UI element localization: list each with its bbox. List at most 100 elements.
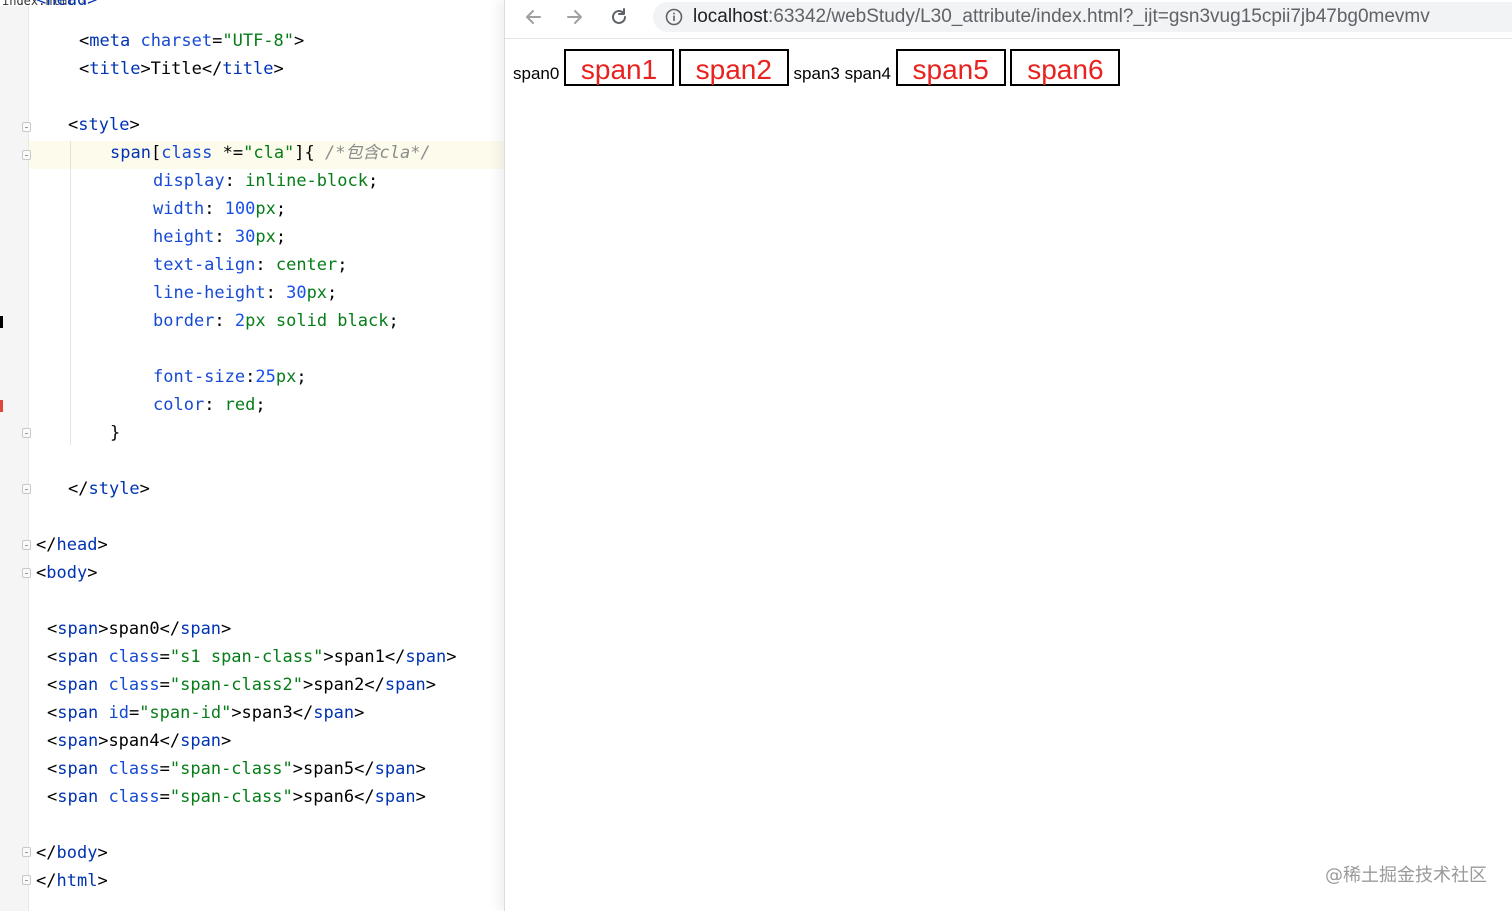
- code-line[interactable]: height: 30px;: [153, 223, 286, 251]
- code-line[interactable]: <span class="s1 span-class">span1</span>: [47, 643, 457, 671]
- reload-button[interactable]: [605, 5, 633, 29]
- code-token: :: [265, 283, 287, 303]
- code-token: width: [153, 199, 205, 219]
- code-token: text-align: [153, 255, 256, 275]
- code-token: >span1</: [323, 647, 406, 667]
- back-button[interactable]: [519, 5, 547, 29]
- code-editor[interactable]: index.html × <head> <meta charset="UTF-8">…: [0, 0, 504, 911]
- code-token: "span-class2": [169, 675, 303, 695]
- code-token: ;: [388, 311, 399, 331]
- code-line[interactable]: <span id="span-id">span3</span>: [47, 699, 364, 727]
- fold-icon[interactable]: [22, 484, 31, 494]
- forward-button[interactable]: [561, 5, 589, 29]
- code-line[interactable]: </html>: [36, 867, 108, 895]
- code-line[interactable]: font-size:25px;: [153, 363, 307, 391]
- code-token: px: [255, 227, 276, 247]
- code-token: <: [47, 703, 58, 723]
- code-line[interactable]: }: [110, 419, 120, 447]
- code-line[interactable]: width: 100px;: [153, 195, 286, 223]
- code-token: :: [204, 395, 225, 415]
- code-token: <: [47, 647, 58, 667]
- code-token: span: [180, 731, 222, 751]
- code-token: <head>: [36, 0, 98, 10]
- code-line[interactable]: <style>: [68, 111, 140, 139]
- fold-icon[interactable]: [22, 428, 31, 438]
- code-line[interactable]: color: red;: [153, 391, 266, 419]
- code-token: inline-block: [245, 171, 368, 191]
- code-token: ;: [296, 367, 307, 387]
- code-token: 100: [224, 199, 256, 219]
- code-line[interactable]: border: 2px solid black;: [153, 307, 399, 335]
- fold-icon[interactable]: [22, 847, 31, 857]
- code-token: px: [275, 367, 297, 387]
- code-token: html: [56, 871, 98, 891]
- editor-gutter: [0, 0, 29, 911]
- code-token: title: [222, 59, 274, 79]
- code-token: >span0</: [98, 619, 181, 639]
- code-token: span: [57, 703, 99, 723]
- code-line[interactable]: <span class="span-class2">span2</span>: [47, 671, 436, 699]
- code-token: span: [374, 759, 416, 779]
- code-line[interactable]: <span>span4</span>: [47, 727, 231, 755]
- code-token: :: [214, 227, 235, 247]
- url-text[interactable]: localhost:63342/webStudy/L30_attribute/i…: [693, 2, 1430, 32]
- code-line[interactable]: </style>: [68, 475, 150, 503]
- fold-icon[interactable]: [22, 122, 31, 132]
- code-token: <: [47, 675, 58, 695]
- code-token: "span-id": [139, 703, 232, 723]
- code-token: center: [275, 255, 338, 275]
- code-token: span: [384, 675, 426, 695]
- code-token: ;: [275, 227, 287, 247]
- code-line[interactable]: <meta charset="UTF-8">: [79, 27, 304, 55]
- code-line[interactable]: <title>Title</title>: [79, 55, 284, 83]
- change-marker: [0, 316, 3, 328]
- code-token: "s1 span-class": [169, 647, 324, 667]
- code-token: =: [159, 787, 170, 807]
- code-token: color: [153, 395, 205, 415]
- fold-icon[interactable]: [22, 150, 31, 160]
- code-line[interactable]: line-height: 30px;: [153, 279, 337, 307]
- code-token: *=: [212, 143, 244, 163]
- code-token: >: [354, 703, 365, 723]
- code-token: >: [273, 59, 284, 79]
- info-icon[interactable]: [665, 8, 683, 26]
- code-line[interactable]: <span class="span-class">span5</span>: [47, 755, 426, 783]
- code-token: ;: [337, 255, 348, 275]
- code-line[interactable]: text-align: center;: [153, 251, 348, 279]
- code-token: span: [57, 647, 99, 667]
- code-token: 25: [255, 367, 276, 387]
- fold-icon[interactable]: [22, 540, 31, 550]
- code-token: px: [245, 311, 266, 331]
- code-line[interactable]: </body>: [36, 839, 108, 867]
- code-token: "span-class": [169, 759, 293, 779]
- code-token: >: [97, 535, 108, 555]
- code-token: </: [36, 535, 57, 555]
- code-line[interactable]: span[class *="cla"]{ /*包含cla*/: [110, 139, 431, 167]
- watermark: @稀土掘金技术社区: [1325, 865, 1487, 886]
- address-bar[interactable]: localhost:63342/webStudy/L30_attribute/i…: [653, 2, 1512, 32]
- code-line[interactable]: <span class="span-class">span6</span>: [47, 783, 426, 811]
- code-token: <: [68, 115, 79, 135]
- code-token: </: [68, 479, 89, 499]
- code-line[interactable]: </head>: [36, 531, 108, 559]
- code-token: :: [255, 255, 276, 275]
- code-line[interactable]: display: inline-block;: [153, 167, 378, 195]
- code-line[interactable]: <head>: [36, 0, 97, 14]
- code-token: >span3</: [231, 703, 314, 723]
- fold-icon[interactable]: [22, 875, 31, 885]
- code-token: span: [110, 143, 151, 163]
- code-token: style: [78, 115, 130, 135]
- code-token: body: [46, 563, 88, 583]
- code-token: }: [110, 423, 121, 443]
- code-line[interactable]: <body>: [36, 559, 97, 587]
- code-token: /*包含cla*/: [325, 143, 431, 163]
- fold-icon[interactable]: [22, 568, 31, 578]
- code-token: span: [180, 619, 222, 639]
- code-token: title: [89, 59, 141, 79]
- code-token: line-height: [153, 283, 266, 303]
- code-line[interactable]: <span>span0</span>: [47, 615, 231, 643]
